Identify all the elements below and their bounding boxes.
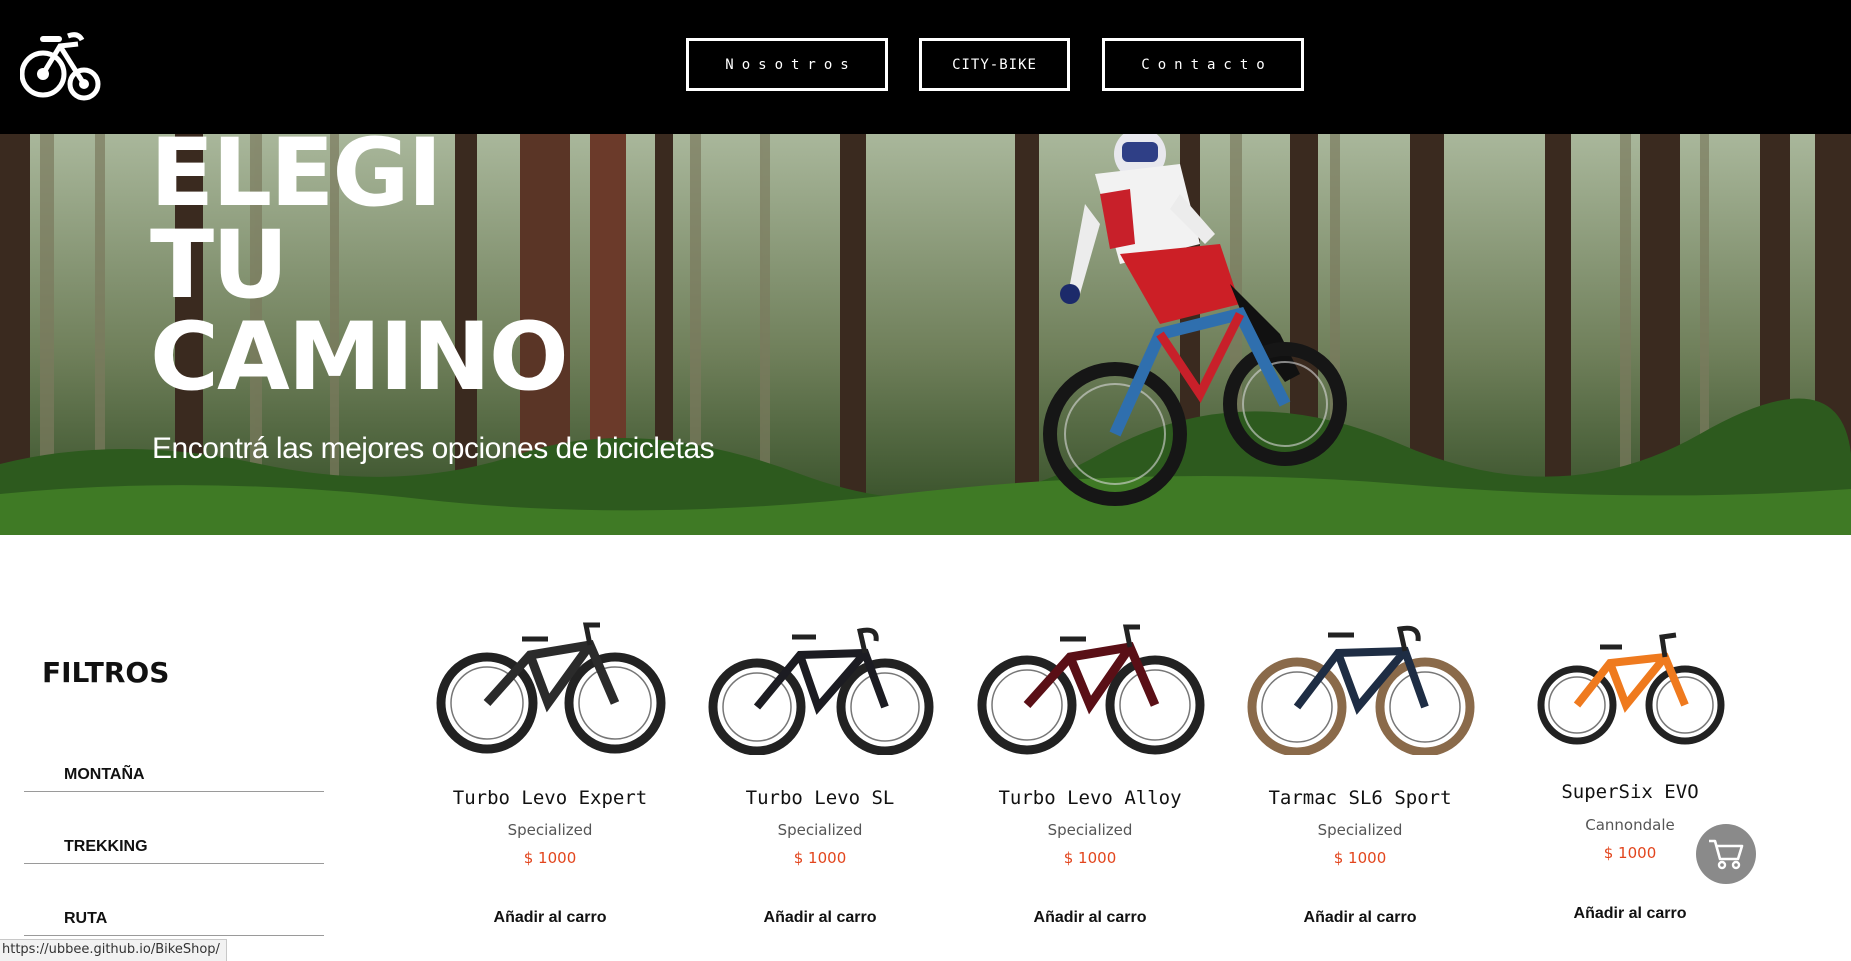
- shopping-cart-icon: [1709, 839, 1744, 870]
- product-image-bike[interactable]: [700, 615, 940, 755]
- product-card: Turbo Levo SL Specialized $ 1000 Añadir …: [695, 615, 945, 961]
- filter-trekking[interactable]: TREKKING: [24, 824, 324, 864]
- product-image-bike[interactable]: [430, 615, 670, 755]
- hero-subtitle: Encontrá las mejores opciones de bicicle…: [152, 432, 715, 465]
- add-to-cart-button[interactable]: Añadir al carro: [965, 909, 1215, 927]
- add-to-cart-button[interactable]: Añadir al carro: [1235, 909, 1485, 927]
- product-price: $ 1000: [1063, 849, 1117, 867]
- site-header: Nosotros CITY-BIKE Contacto: [0, 0, 1851, 134]
- hero-title-line: CAMINO: [150, 303, 569, 412]
- product-image-bike[interactable]: [970, 615, 1210, 755]
- add-to-cart-button[interactable]: Añadir al carro: [695, 909, 945, 927]
- product-name[interactable]: Turbo Levo SL: [695, 787, 945, 809]
- hero-title-line: TU: [150, 211, 288, 320]
- product-card: Turbo Levo Expert Specialized $ 1000 Aña…: [425, 615, 675, 961]
- product-image-bike[interactable]: [1240, 615, 1480, 755]
- floating-cart-button[interactable]: [1696, 824, 1756, 884]
- product-card: SuperSix EVO Cannondale $ 1000 Añadir al…: [1505, 615, 1755, 961]
- product-name[interactable]: SuperSix EVO: [1505, 781, 1755, 803]
- product-brand: Specialized: [507, 821, 593, 839]
- product-card: Tarmac SL6 Sport Specialized $ 1000 Añad…: [1235, 615, 1485, 961]
- filter-ruta[interactable]: RUTA: [24, 896, 324, 936]
- product-brand: Specialized: [1047, 821, 1133, 839]
- product-price: $ 1000: [1333, 849, 1387, 867]
- product-brand: Specialized: [777, 821, 863, 839]
- product-name[interactable]: Tarmac SL6 Sport: [1235, 787, 1485, 809]
- nav-nosotros-button[interactable]: Nosotros: [686, 38, 888, 91]
- hero-title: ELEGI TU CAMINO: [150, 134, 569, 412]
- filters-title: FILTROS: [42, 656, 170, 689]
- product-name[interactable]: Turbo Levo Alloy: [965, 787, 1215, 809]
- hero-banner: ELEGI TU CAMINO Encontrá las mejores opc…: [0, 134, 1851, 535]
- product-brand: Specialized: [1317, 821, 1403, 839]
- product-image-bike[interactable]: [1510, 615, 1750, 749]
- nav-contacto-button[interactable]: Contacto: [1102, 38, 1304, 91]
- nav-city-bike-button[interactable]: CITY-BIKE: [919, 38, 1070, 91]
- add-to-cart-button[interactable]: Añadir al carro: [425, 909, 675, 927]
- add-to-cart-button[interactable]: Añadir al carro: [1505, 905, 1755, 923]
- hero-title-line: ELEGI: [150, 134, 442, 228]
- status-bar-url: https://ubbee.github.io/BikeShop/: [0, 939, 227, 961]
- filter-montana[interactable]: MONTAÑA: [24, 752, 324, 792]
- product-name[interactable]: Turbo Levo Expert: [425, 787, 675, 809]
- tricycle-logo-icon[interactable]: [19, 30, 104, 102]
- product-price: $ 1000: [523, 849, 577, 867]
- product-card: Turbo Levo Alloy Specialized $ 1000 Añad…: [965, 615, 1215, 961]
- product-price: $ 1000: [793, 849, 847, 867]
